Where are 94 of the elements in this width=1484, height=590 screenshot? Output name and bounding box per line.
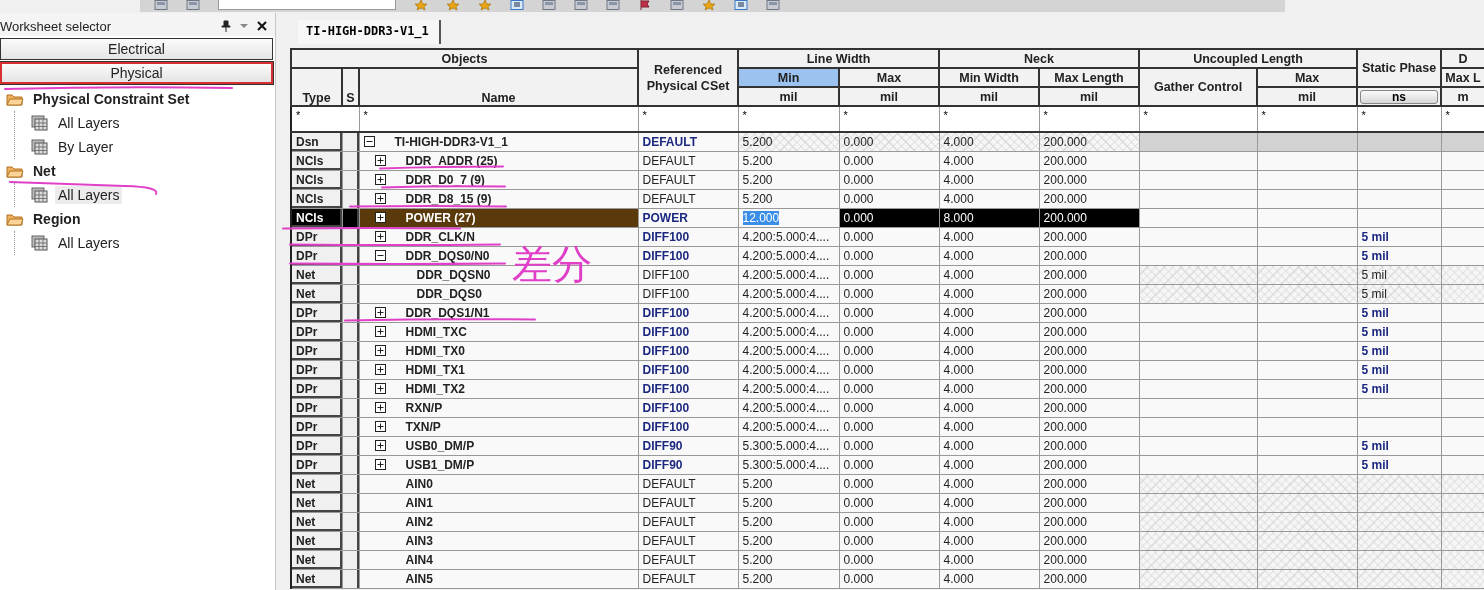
filter-field[interactable]: * (1139, 106, 1258, 132)
column-header[interactable]: Objects (291, 49, 638, 68)
type-cell: Dsn (291, 132, 342, 152)
type-cell: DPr (291, 322, 342, 342)
column-header[interactable]: Name (359, 68, 638, 106)
expand-icon[interactable] (374, 402, 386, 413)
type-cell: DPr (291, 455, 342, 475)
pin-icon[interactable] (221, 20, 231, 32)
expand-icon[interactable] (374, 421, 386, 432)
star-icon[interactable] (414, 0, 428, 11)
worksheet-tab[interactable]: TI-HIGH-DDR3-V1_1 (298, 20, 441, 44)
filter-field[interactable]: * (1357, 106, 1442, 132)
filter-field[interactable]: * (359, 106, 638, 132)
expand-icon[interactable] (374, 307, 386, 318)
tree-item[interactable]: Net (30, 162, 59, 180)
window-icon[interactable] (510, 0, 524, 11)
tree-item[interactable]: All Layers (55, 234, 123, 252)
type-cell: Net (291, 284, 342, 304)
expand-icon[interactable] (374, 231, 386, 242)
type-cell: Net (291, 569, 342, 589)
window-icon[interactable] (186, 0, 200, 11)
expand-icon[interactable] (374, 440, 386, 451)
type-cell: NCls (291, 151, 342, 171)
panel-title: Worksheet selector (0, 18, 112, 34)
input-field[interactable] (218, 0, 396, 10)
expand-icon[interactable] (374, 193, 386, 204)
grid-icon[interactable] (31, 139, 49, 155)
star-icon[interactable] (702, 0, 716, 11)
window-icon[interactable] (766, 0, 780, 11)
tree-item[interactable]: All Layers (55, 186, 123, 204)
window-icon[interactable] (154, 0, 168, 11)
type-cell: DPr (291, 379, 342, 399)
expand-icon[interactable] (374, 212, 386, 223)
expand-icon[interactable] (374, 345, 386, 356)
flag-icon[interactable] (638, 0, 652, 11)
grid-icon[interactable] (31, 115, 49, 131)
type-cell: Net (291, 474, 342, 494)
close-icon[interactable] (257, 20, 267, 32)
grid-icon[interactable] (31, 235, 49, 251)
type-cell: NCls (291, 189, 342, 209)
type-cell: DPr (291, 360, 342, 380)
grid-icon[interactable] (31, 187, 49, 203)
type-cell: Net (291, 531, 342, 551)
column-header[interactable]: Neck (939, 49, 1140, 68)
filter-field[interactable]: * (1257, 106, 1358, 132)
filter-field[interactable]: * (638, 106, 738, 132)
window-icon[interactable] (574, 0, 588, 11)
expand-icon[interactable] (374, 326, 386, 337)
tree-item[interactable]: Region (30, 210, 84, 228)
window-icon[interactable] (734, 0, 748, 11)
folder-icon[interactable] (6, 212, 24, 226)
filter-field[interactable]: * (839, 106, 940, 132)
category-button[interactable]: Electrical (0, 38, 273, 60)
category-button[interactable]: Physical (0, 62, 273, 84)
star-icon[interactable] (478, 0, 492, 11)
tree-item[interactable]: All Layers (55, 114, 123, 132)
filter-field[interactable]: * (738, 106, 839, 132)
unit-button[interactable]: ns (1360, 89, 1439, 104)
expand-icon[interactable] (374, 459, 386, 470)
expand-icon[interactable] (374, 155, 386, 166)
column-header[interactable]: Line Width (738, 49, 940, 68)
folder-icon[interactable] (6, 92, 24, 106)
type-cell: Net (291, 493, 342, 513)
tree-item[interactable]: By Layer (55, 138, 117, 156)
type-cell: NCls (291, 208, 342, 228)
window-icon[interactable] (670, 0, 684, 11)
column-header[interactable]: Referenced Physical CSet (638, 49, 738, 106)
expand-icon[interactable] (374, 174, 386, 185)
type-cell: Net (291, 512, 342, 532)
expand-icon[interactable] (374, 364, 386, 375)
type-cell: DPr (291, 341, 342, 361)
column-header[interactable]: D (1441, 49, 1484, 68)
star-icon[interactable] (446, 0, 460, 11)
filter-field[interactable]: * (1039, 106, 1140, 132)
type-cell: Net (291, 550, 342, 570)
collapse-icon[interactable] (363, 136, 375, 147)
type-cell: Net (291, 265, 342, 285)
type-cell: DPr (291, 303, 342, 323)
type-cell: DPr (291, 436, 342, 456)
column-header[interactable]: Type (291, 68, 342, 106)
filter-field[interactable]: * (291, 106, 359, 132)
window-icon[interactable] (606, 0, 620, 11)
type-cell: DPr (291, 417, 342, 437)
collapse-icon[interactable] (374, 250, 386, 261)
expand-icon[interactable] (374, 383, 386, 394)
folder-icon[interactable] (6, 164, 24, 178)
type-cell: DPr (291, 398, 342, 418)
column-header[interactable]: Uncoupled Length (1139, 49, 1358, 68)
filter-field[interactable]: * (939, 106, 1040, 132)
column-header[interactable]: Gather Control (1139, 68, 1258, 106)
window-icon[interactable] (542, 0, 556, 11)
column-header[interactable]: Static Phase (1357, 49, 1442, 87)
type-cell: NCls (291, 170, 342, 190)
tree-item[interactable]: Physical Constraint Set (30, 90, 193, 108)
